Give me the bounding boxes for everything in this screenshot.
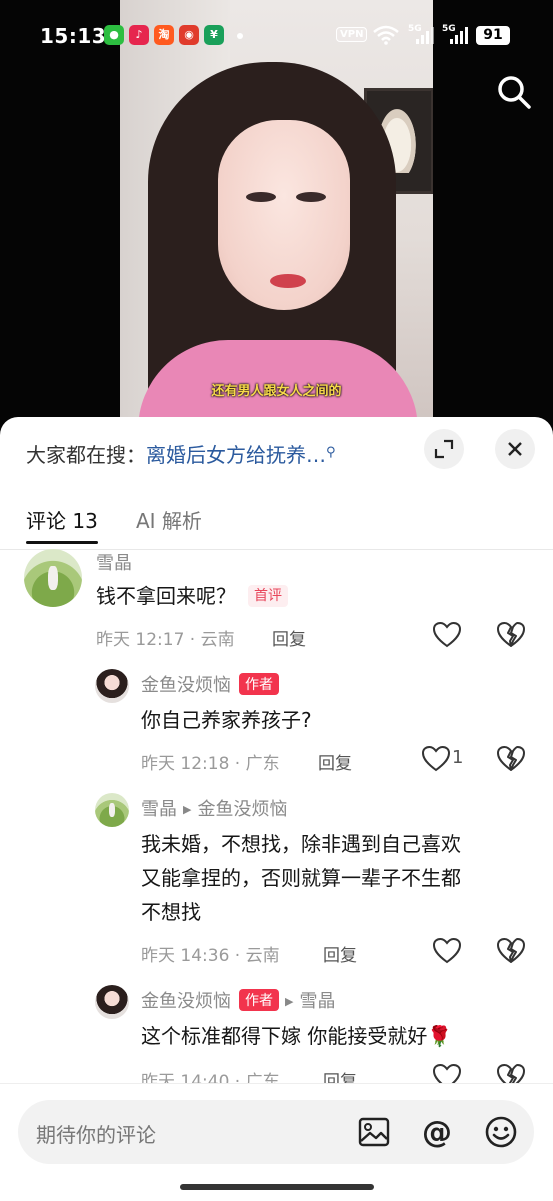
dislike-button[interactable]: [496, 745, 526, 773]
comment-list[interactable]: 雪晶 钱不拿回来呢？ 首评 昨天 12:17 · 云南 回复 金鱼没烦恼 作者 你自…: [0, 549, 553, 1084]
close-button[interactable]: [495, 429, 535, 469]
reply-to-name[interactable]: 雪晶: [299, 991, 335, 1012]
comment-text: 我未婚，不想找，除非遇到自己喜欢 又能拿捏的，否则就算一辈子不生都 不想找: [141, 832, 461, 924]
trending-search-query[interactable]: 离婚后女方给抚养…: [146, 443, 326, 467]
expand-icon: [434, 439, 454, 459]
reply-arrow-icon: ▶: [183, 803, 192, 816]
like-button[interactable]: [432, 1063, 462, 1084]
svg-text:@: @: [422, 1115, 452, 1150]
first-comment-badge: 首评: [248, 585, 288, 607]
expand-button[interactable]: [424, 429, 464, 469]
author-badge: 作者: [239, 989, 279, 1011]
dislike-button[interactable]: [496, 937, 526, 965]
heart-icon: [432, 621, 462, 648]
like-button[interactable]: [432, 621, 462, 649]
comment-meta: 昨天 14:36 · 云南: [141, 946, 280, 966]
wifi-icon: [373, 25, 399, 45]
battery-indicator: 91: [476, 26, 510, 45]
image-button[interactable]: [356, 1114, 392, 1150]
comment-author[interactable]: 金鱼没烦恼 作者: [141, 671, 279, 697]
video-subtitle: 还有男人跟女人之间的: [211, 384, 342, 399]
author-badge: 作者: [239, 673, 279, 695]
comment-author[interactable]: 金鱼没烦恼 作者 ▶ 雪晶: [141, 987, 335, 1013]
comment-meta: 昨天 12:17 · 云南: [96, 630, 235, 650]
reply-button[interactable]: 回复: [318, 749, 352, 774]
status-time: 15:13: [40, 24, 107, 48]
comment-text: 钱不拿回来呢？ 首评: [96, 579, 288, 613]
at-icon: @: [422, 1115, 452, 1150]
reply-button[interactable]: 回复: [323, 1067, 357, 1084]
emoji-button[interactable]: [483, 1114, 519, 1150]
avatar[interactable]: [95, 669, 129, 703]
tab-comments[interactable]: 评论 13: [26, 505, 98, 544]
dislike-button[interactable]: [496, 1063, 526, 1084]
wechat-icon: ●: [104, 25, 124, 45]
reply-arrow-icon: ▶: [285, 995, 294, 1008]
home-indicator[interactable]: [180, 1184, 374, 1190]
comment-input-bar: 期待你的评论 @: [0, 1083, 553, 1201]
tab-ai-analysis[interactable]: AI 解析: [136, 505, 202, 534]
vpn-indicator: VPN: [336, 27, 368, 42]
douyin-icon: ♪: [129, 25, 149, 45]
broken-heart-icon: [497, 622, 525, 647]
comment-meta: 昨天 12:18 · 广东: [141, 754, 280, 774]
comment-author[interactable]: 雪晶 ▶ 金鱼没烦恼: [141, 795, 287, 821]
heart-icon: [421, 745, 451, 772]
broken-heart-icon: [497, 1064, 525, 1084]
like-button[interactable]: [421, 745, 451, 773]
status-bar: 15:13 ● ♪ 淘 ◉ ¥ VPN 5G 5G 91: [0, 0, 553, 70]
close-icon: [508, 442, 522, 456]
mention-button[interactable]: @: [419, 1114, 455, 1150]
avatar[interactable]: [95, 985, 129, 1019]
like-count: 1: [452, 747, 464, 768]
comment-author[interactable]: 雪晶: [96, 549, 132, 575]
avatar[interactable]: [24, 549, 82, 607]
broken-heart-icon: [497, 938, 525, 963]
more-notifications-dot: [237, 33, 243, 39]
trending-search-bar[interactable]: 大家都在搜：离婚后女方给抚养…⚲: [26, 439, 336, 468]
comment-tabs: 评论 13 AI 解析: [0, 497, 553, 550]
comment-text: 这个标准都得下嫁 你能接受就好🌹: [141, 1024, 453, 1048]
trending-search-prefix: 大家都在搜：: [26, 443, 146, 467]
heart-icon: [432, 937, 462, 964]
bank-icon: ¥: [204, 25, 224, 45]
reply-button[interactable]: 回复: [323, 941, 357, 966]
signal-icon-1: [414, 26, 434, 44]
search-icon: [498, 76, 531, 109]
small-search-icon: ⚲: [326, 445, 336, 460]
search-button[interactable]: [494, 72, 534, 112]
comment-input[interactable]: 期待你的评论 @: [18, 1100, 534, 1164]
signal-icon-2: [448, 26, 468, 44]
netease-music-icon: ◉: [179, 25, 199, 45]
broken-heart-icon: [497, 746, 525, 771]
image-icon: [358, 1117, 390, 1147]
comment-input-placeholder: 期待你的评论: [36, 1123, 156, 1147]
comment-text: 你自己养家养孩子?: [141, 708, 312, 732]
dislike-button[interactable]: [496, 621, 526, 649]
rose-emoji: 🌹: [427, 1024, 453, 1048]
avatar[interactable]: [95, 793, 129, 827]
comment-meta: 昨天 14:40 · 广东: [141, 1072, 280, 1084]
reply-to-name[interactable]: 金鱼没烦恼: [197, 799, 287, 820]
heart-icon: [432, 1063, 462, 1084]
taobao-icon: 淘: [154, 25, 174, 45]
like-button[interactable]: [432, 937, 462, 965]
person-face: [218, 120, 350, 310]
smiley-icon: [485, 1116, 517, 1148]
reply-button[interactable]: 回复: [272, 625, 306, 650]
